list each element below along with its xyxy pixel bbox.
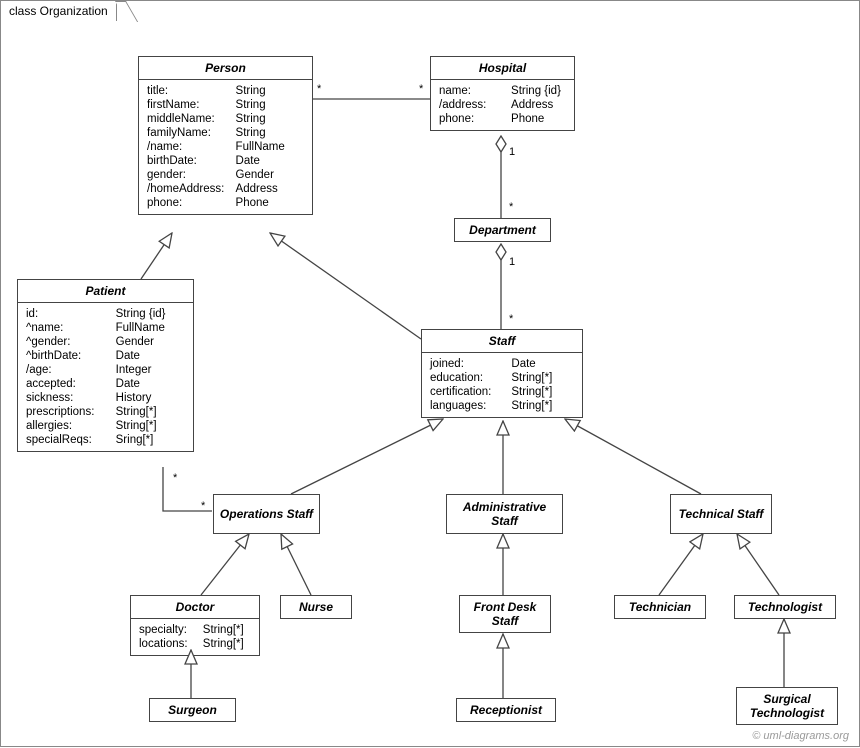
class-surgeon-title: Surgeon xyxy=(150,699,235,721)
class-tech-staff-title: Technical Staff xyxy=(671,503,771,525)
class-person: Person title:String firstName:String mid… xyxy=(138,56,313,215)
class-doctor-title: Doctor xyxy=(131,596,259,619)
class-staff-title: Staff xyxy=(422,330,582,353)
class-surg-tech: Surgical Technologist xyxy=(736,687,838,725)
class-receptionist-title: Receptionist xyxy=(457,699,555,721)
class-nurse-title: Nurse xyxy=(281,596,351,618)
class-doctor: Doctor specialty:String[*] locations:Str… xyxy=(130,595,260,656)
class-hospital: Hospital name:String {id} /address:Addre… xyxy=(430,56,575,131)
class-patient: Patient id:String {id} ^name:FullName ^g… xyxy=(17,279,194,452)
class-receptionist: Receptionist xyxy=(456,698,556,722)
class-technologist-title: Technologist xyxy=(735,596,835,618)
class-front-desk: Front Desk Staff xyxy=(459,595,551,633)
class-tech-staff: Technical Staff xyxy=(670,494,772,534)
class-staff: Staff joined:Date education:String[*] ce… xyxy=(421,329,583,418)
mult-dept-staff-d: 1 xyxy=(509,256,515,268)
class-technician-title: Technician xyxy=(615,596,705,618)
frame-title: class Organization xyxy=(9,4,108,18)
class-nurse: Nurse xyxy=(280,595,352,619)
class-admin-staff: Administrative Staff xyxy=(446,494,563,534)
class-front-desk-title: Front Desk Staff xyxy=(460,596,550,632)
mult-person-hosp-p: * xyxy=(317,83,321,95)
copyright: © uml-diagrams.org xyxy=(752,730,849,742)
class-ops-staff: Operations Staff xyxy=(213,494,320,534)
class-surg-tech-title: Surgical Technologist xyxy=(737,688,837,724)
mult-hosp-dept-d: * xyxy=(509,201,513,213)
class-technologist: Technologist xyxy=(734,595,836,619)
mult-patient-ops-p: * xyxy=(173,472,177,484)
class-patient-title: Patient xyxy=(18,280,193,303)
class-department-title: Department xyxy=(455,219,550,241)
mult-hosp-dept-h: 1 xyxy=(509,146,515,158)
class-admin-staff-title: Administrative Staff xyxy=(447,496,562,532)
mult-person-hosp-h: * xyxy=(419,83,423,95)
class-hospital-title: Hospital xyxy=(431,57,574,80)
class-surgeon: Surgeon xyxy=(149,698,236,722)
class-ops-staff-title: Operations Staff xyxy=(214,503,319,525)
mult-patient-ops-o: * xyxy=(201,500,205,512)
mult-dept-staff-s: * xyxy=(509,313,513,325)
class-person-title: Person xyxy=(139,57,312,80)
class-department: Department xyxy=(454,218,551,242)
class-technician: Technician xyxy=(614,595,706,619)
